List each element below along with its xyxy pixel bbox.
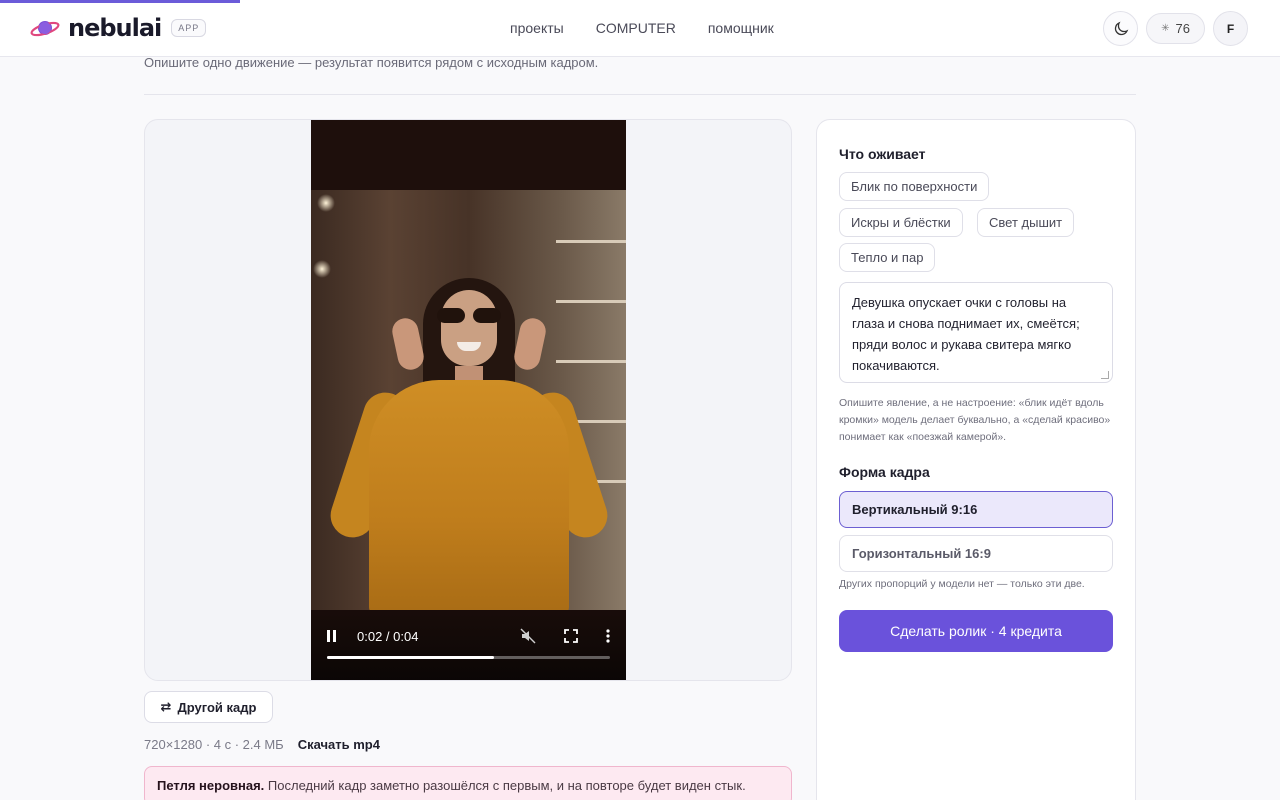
nav-computer[interactable]: COMPUTER [596,20,676,36]
more-options-icon[interactable] [606,629,610,643]
warning-text: Последний кадр заметно разошёлся с первы… [267,778,746,793]
controls-row: 0:02 / 0:04 [327,626,610,646]
video-time: 0:02 / 0:04 [357,628,419,644]
settings-panel: Что оживает Блик по поверхности Искры и … [816,119,1136,800]
download-link[interactable]: Скачать mp4 [298,737,380,752]
mute-icon[interactable] [520,628,536,644]
right-hand [511,315,549,373]
other-frame-label: Другой кадр [177,699,257,715]
format-horizontal-option[interactable]: Горизонтальный 16:9 [839,535,1113,572]
header-actions: ✳ 76 F [1103,11,1248,46]
section-title-format: Форма кадра [839,464,930,480]
other-frame-button[interactable]: ⇄ Другой кадр [144,691,273,723]
chip-heat-steam[interactable]: Тепло и пар [839,243,936,272]
logo[interactable]: nebulai APP [30,14,207,42]
fullscreen-icon[interactable] [564,629,578,643]
prompt-hint: Опишите явление, а не настроение: «блик … [839,397,1111,443]
shelf [556,240,626,243]
nav-assistant[interactable]: помощник [708,20,774,36]
warning-title: Петля неровная. [157,778,265,793]
chandelier-light [317,194,335,212]
prompt-textarea[interactable]: Девушка опускает очки с головы на глаза … [839,282,1113,383]
control-icons [520,628,610,644]
format-note: Других пропорций у модели нет — только э… [839,578,1085,590]
file-meta: 720×1280 · 4 с · 2.4 МБ Скачать mp4 [144,737,380,752]
video-frame [311,190,626,610]
video-controls: 0:02 / 0:04 [311,610,626,680]
file-info: 720×1280 · 4 с · 2.4 МБ [144,737,284,752]
shelf [556,360,626,363]
planet-logo-icon [30,21,60,37]
pause-icon[interactable] [327,629,339,643]
resize-handle-icon[interactable] [1101,371,1109,379]
face [441,290,497,366]
credits-badge[interactable]: ✳ 76 [1146,13,1205,44]
nav-projects[interactable]: проекты [510,20,564,36]
chandelier-light [313,260,331,278]
moon-icon [1114,21,1128,35]
main-nav: проекты COMPUTER помощник [510,20,774,36]
format-vertical-option[interactable]: Вертикальный 9:16 [839,491,1113,528]
video-player[interactable]: 0:02 / 0:04 [311,120,626,680]
avatar[interactable]: F [1213,11,1248,46]
sunglasses [437,308,501,324]
sweater [369,380,569,610]
video-progress-bar[interactable] [327,656,610,659]
logo-text: nebulai [68,14,162,42]
divider [144,94,1136,95]
top-header: nebulai APP проекты COMPUTER помощник ✳ … [0,0,1280,57]
shelf [556,300,626,303]
credits-count: 76 [1175,21,1190,36]
make-video-button[interactable]: Сделать ролик · 4 кредита [839,610,1113,652]
swap-icon: ⇄ [160,699,172,714]
page-subtitle: Опишите одно движение — результат появит… [144,55,599,70]
loop-warning: Петля неровная. Последний кадр заметно р… [144,766,792,800]
chip-surface-glint[interactable]: Блик по поверхности [839,172,990,201]
prompt-text: Девушка опускает очки с головы на глаза … [852,295,1080,373]
video-preview-area: 0:02 / 0:04 [144,119,792,681]
section-title-animate: Что оживает [839,146,926,162]
app-badge: APP [171,19,207,37]
loading-bar [0,0,240,3]
video-progress-fill [327,656,494,659]
sparkle-icon: ✳ [1161,23,1170,34]
chip-light-breathes[interactable]: Свет дышит [977,208,1075,237]
chip-sparkles[interactable]: Искры и блёстки [839,208,963,237]
theme-toggle-button[interactable] [1103,11,1139,46]
left-hand [389,315,427,373]
